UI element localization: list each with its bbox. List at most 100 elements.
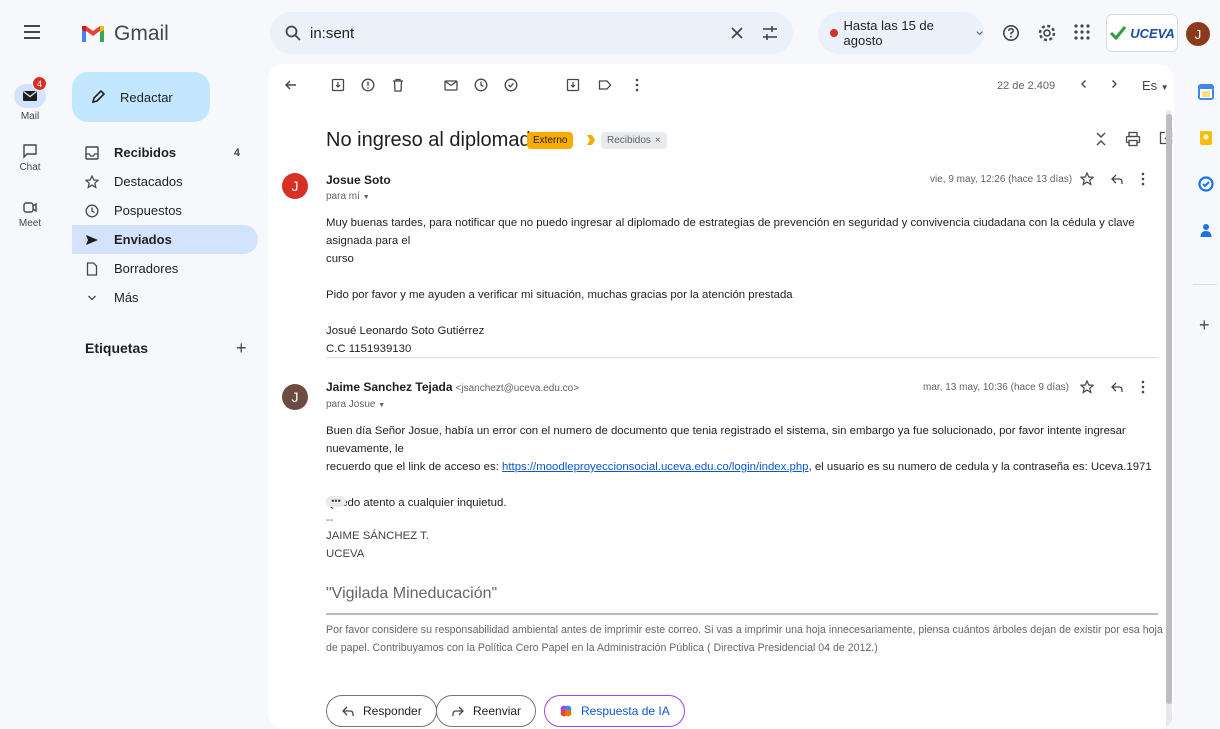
mark-unread-icon[interactable] — [444, 78, 458, 92]
sidebar-item-enviados[interactable]: Enviados — [72, 225, 258, 254]
star-icon[interactable] — [1080, 172, 1094, 186]
search-icon[interactable] — [284, 24, 302, 42]
sender-avatar[interactable]: J — [282, 173, 308, 199]
environmental-disclaimer: Por favor considere su responsabilidad a… — [326, 624, 1163, 654]
inbox-icon — [84, 145, 100, 160]
move-to-icon[interactable] — [566, 78, 580, 92]
forward-button[interactable]: Reenviar — [436, 695, 537, 727]
chat-icon — [23, 144, 37, 159]
sender-name-text: Jaime Sanchez Tejada — [326, 380, 453, 394]
show-trimmed-content-button[interactable]: ••• — [326, 496, 346, 507]
sidebar-item-destacados[interactable]: Destacados — [72, 167, 258, 196]
archive-icon[interactable] — [331, 78, 345, 92]
status-dropdown[interactable]: Hasta las 15 de agosto — [818, 12, 984, 54]
external-label-chip[interactable]: Externo — [527, 132, 574, 149]
status-indicator — [830, 29, 838, 37]
compose-button[interactable]: Redactar — [72, 72, 210, 122]
label-tag-icon[interactable] — [598, 78, 612, 92]
forward-label: Reenviar — [473, 704, 522, 718]
previous-chevron-icon[interactable] — [1078, 78, 1090, 90]
collapse-all-icon[interactable] — [1095, 131, 1107, 147]
scrollbar-track[interactable] — [1166, 110, 1172, 729]
more-vertical-icon[interactable] — [1140, 380, 1146, 394]
message-actions — [1080, 172, 1146, 186]
star-icon[interactable] — [1080, 380, 1094, 394]
body-paragraph: curso — [326, 253, 354, 265]
body-paragraph: Buen día Señor Josue, había un error con… — [326, 425, 1126, 455]
sidebar-item-borradores[interactable]: Borradores — [72, 254, 258, 283]
scrollbar-thumb[interactable] — [1166, 114, 1172, 704]
tasks-app-icon[interactable] — [1198, 176, 1214, 192]
delete-trash-icon[interactable] — [391, 78, 405, 92]
reply-button[interactable]: Responder — [326, 695, 437, 727]
get-addons-icon[interactable]: + — [1199, 315, 1210, 336]
reply-icon[interactable] — [1110, 172, 1124, 186]
clear-search-icon[interactable] — [727, 23, 747, 43]
next-chevron-icon[interactable] — [1108, 78, 1120, 90]
message-toolbar: 22 de 2.409 Es ▼ — [268, 64, 1174, 108]
body-paragraph-with-link: recuerdo que el link de acceso es: https… — [326, 458, 1166, 476]
ai-reply-button[interactable]: Respuesta de IA — [544, 695, 685, 727]
recipient-details[interactable]: para Josue ▼ — [326, 399, 385, 410]
message-view: 22 de 2.409 Es ▼ No ingreso al diplomado… — [268, 64, 1174, 729]
importance-marker-icon[interactable] — [586, 134, 596, 146]
sender-name[interactable]: Josue Soto — [326, 173, 391, 187]
settings-gear-icon[interactable] — [1037, 23, 1057, 43]
video-camera-icon — [23, 202, 37, 213]
search-options-icon[interactable] — [760, 23, 780, 43]
reply-icon[interactable] — [1110, 380, 1124, 394]
body-paragraph: Pido por favor y me ayuden a verificar m… — [326, 289, 793, 301]
recipient-details[interactable]: para mí ▼ — [326, 191, 370, 202]
search-bar[interactable] — [270, 12, 793, 54]
add-label-icon[interactable]: + — [236, 338, 247, 359]
sender-avatar[interactable]: J — [282, 384, 308, 410]
organization-logo[interactable]: UCEVA — [1106, 14, 1178, 52]
snooze-clock-icon[interactable] — [474, 78, 488, 92]
body-text-segment: recuerdo que el link de acceso es: — [326, 461, 503, 473]
back-arrow-icon[interactable] — [284, 78, 298, 92]
rail-meet[interactable]: Meet — [0, 199, 60, 229]
main-menu-icon[interactable] — [20, 22, 44, 42]
closing-line: Quedo atento a cualquier inquietud. — [326, 497, 507, 509]
account-avatar[interactable]: J — [1186, 22, 1210, 46]
sidebar-item-recibidos[interactable]: Recibidos 4 — [72, 138, 258, 167]
report-spam-icon[interactable] — [361, 78, 375, 92]
message-subject: No ingreso al diplomado — [326, 129, 542, 151]
apps-grid-icon[interactable] — [1073, 23, 1091, 41]
chevron-down-icon — [976, 31, 983, 36]
compose-label: Redactar — [120, 89, 173, 105]
gmail-logo[interactable]: Gmail — [80, 20, 169, 48]
remove-label-icon[interactable]: × — [655, 135, 661, 146]
sidebar-item-pospuestos[interactable]: Pospuestos — [72, 196, 258, 225]
keep-notes-app-icon[interactable] — [1198, 130, 1214, 146]
search-input[interactable] — [310, 12, 730, 54]
help-icon[interactable] — [1002, 24, 1020, 42]
more-vertical-icon[interactable] — [1140, 172, 1146, 186]
status-label: Hasta las 15 de agosto — [843, 18, 934, 48]
input-language-button[interactable]: Es ▼ — [1142, 78, 1169, 93]
body-paragraph: C.C 1151939130 — [326, 343, 412, 355]
rail-mail[interactable]: 4 Mail — [0, 76, 60, 122]
reply-label: Responder — [363, 704, 422, 718]
inbox-label-text: Recibidos — [607, 135, 651, 146]
subject-actions — [1095, 131, 1173, 147]
uceva-check-icon — [1110, 26, 1127, 41]
sender-name-text: Josue Soto — [326, 173, 391, 187]
calendar-app-icon[interactable] — [1198, 84, 1214, 100]
contacts-app-icon[interactable] — [1198, 222, 1214, 238]
message-divider — [326, 357, 1158, 358]
sender-name[interactable]: Jaime Sanchez Tejada <jsanchezt@uceva.edu… — [326, 380, 579, 394]
print-icon[interactable] — [1125, 131, 1141, 147]
more-vertical-icon[interactable] — [634, 78, 640, 92]
ai-reply-label: Respuesta de IA — [581, 704, 670, 718]
organization-logo-text: UCEVA — [1130, 25, 1175, 41]
rail-chat[interactable]: Chat — [0, 143, 60, 173]
gmail-m-icon — [82, 26, 104, 42]
signature-rule — [326, 613, 1158, 615]
add-task-icon[interactable] — [504, 78, 518, 92]
inbox-label-chip[interactable]: Recibidos × — [601, 132, 667, 149]
sidebar-item-mas[interactable]: Más — [72, 283, 258, 312]
moodle-login-link[interactable]: https://moodleproyeccionsocial.uceva.edu… — [502, 461, 808, 473]
sidebar-item-label: Destacados — [114, 174, 183, 189]
unread-count: 4 — [233, 146, 240, 159]
